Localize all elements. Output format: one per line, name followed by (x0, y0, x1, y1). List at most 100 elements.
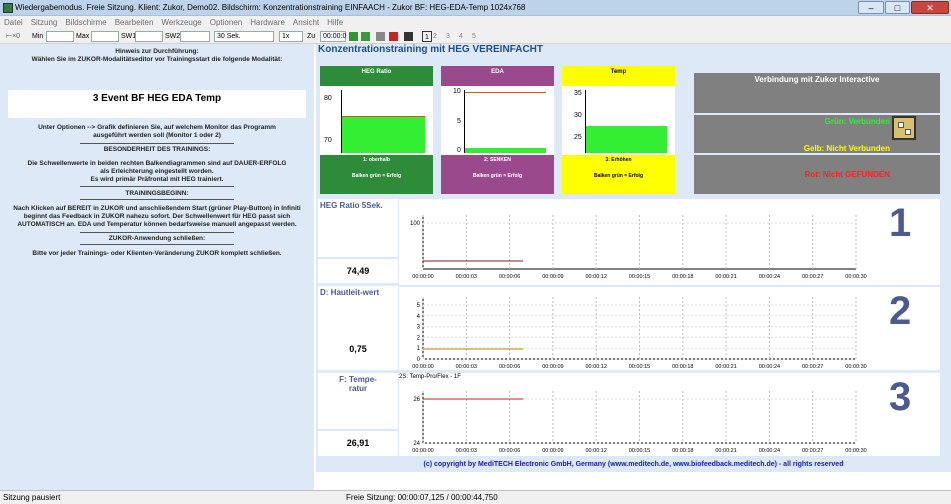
page-3-button[interactable]: 3 (446, 31, 450, 42)
time-tick-label: 00:00:21 (715, 448, 736, 454)
page-2-button[interactable]: 2 (433, 31, 437, 42)
chart-temp: 00:00:00 00:00:03 00:00:06 00:00:09 00:00:12… (399, 373, 940, 456)
play-icon[interactable] (349, 32, 358, 41)
menu-sitzung[interactable]: Sitzung (27, 16, 62, 29)
time-tick-label: 00:00:30 (845, 448, 866, 454)
maximize-button[interactable]: □ (885, 1, 910, 14)
special-text: Die Schwellenwerte in beiden rechten Bal… (27, 160, 287, 175)
window-title: Wiedergabemodus. Freie Sitzung. Klient: … (15, 3, 526, 12)
instructions-panel: Hinweis zur Durchführung: Wählen Sie im … (0, 44, 314, 458)
row-label: HEG Ratio 5Sek. (320, 201, 383, 210)
time-tick-label: 00:00:09 (542, 274, 563, 280)
gauge-note: Balken grün = Erfolg (351, 173, 402, 179)
status-green: Grün: Verbunden (824, 117, 890, 126)
y-tick-label: 0 (417, 357, 421, 363)
gauge-bar (342, 116, 425, 153)
gauge-title: EDA (441, 66, 554, 86)
time-tick-label: 00:00:30 (845, 274, 866, 280)
time-tick-label: 00:00:24 (759, 448, 780, 454)
row-label: D: Hautleit-wert (320, 288, 380, 297)
value-box-temp: 26,91 (318, 431, 398, 456)
close-title: ZUKOR-Anwendung schließen: (108, 235, 206, 242)
menu-datei[interactable]: Datei (0, 16, 27, 29)
time-tick-label: 00:00:24 (759, 364, 780, 370)
row-value: 74,49 (346, 266, 370, 276)
y-tick-label: 3 (417, 325, 421, 331)
time-tick-label: 00:00:12 (585, 274, 606, 280)
row-number: 3 (889, 375, 912, 419)
time-tick-label: 00:00:00 (412, 274, 433, 280)
main-title: Konzentrationstraining mit HEG VEREINFAC… (318, 44, 544, 55)
row-value: 0,75 (349, 344, 367, 354)
time-tick-label: 00:00:03 (456, 364, 477, 370)
page-4-button[interactable]: 4 (459, 31, 463, 42)
sw1-input[interactable] (135, 31, 163, 42)
chart-heg: 00:00:00 00:00:03 00:00:06 00:00:09 00:00:12… (399, 199, 940, 285)
time-tick-label: 00:00:12 (585, 364, 606, 370)
time-tick-label: 00:00:06 (499, 364, 520, 370)
sw1-label: SW1 (121, 33, 137, 40)
tick-label: 25 (574, 134, 582, 141)
left-bottom-area (0, 458, 314, 490)
fast-forward-icon[interactable] (361, 32, 370, 41)
gauge-plot: 35 30 25 (562, 86, 675, 155)
tick-label: 35 (574, 90, 582, 97)
tick-label: 5 (457, 118, 461, 125)
sw2-label: SW2 (165, 33, 181, 40)
sw2-input[interactable] (180, 31, 210, 42)
divider (80, 143, 234, 144)
close-button[interactable]: ✕ (911, 1, 949, 14)
y-tick-label: 24 (413, 441, 420, 447)
zoom-reset-icon[interactable]: ⊢×0 (6, 31, 20, 42)
menu-ansicht[interactable]: Ansicht (289, 16, 323, 29)
menu-hardware[interactable]: Hardware (246, 16, 289, 29)
record-icon[interactable] (389, 32, 398, 41)
toolbar: ⊢×0 Min Max SW1 SW2 30 Sek. 1x Zu 00:00:… (0, 29, 951, 44)
tick-label: 0 (457, 147, 461, 154)
time-tick-label: 00:00:21 (715, 274, 736, 280)
page-5-button[interactable]: 5 (472, 31, 476, 42)
gauge-label: 3: Erhöhen (605, 157, 632, 163)
row-number: 1 (889, 201, 912, 245)
copyright-footer: (c) copyright by MediTECH Electronic Gmb… (316, 458, 951, 472)
connection-status-2: Rot: Nicht GEFUNDEN (694, 155, 940, 194)
menu-hilfe[interactable]: Hilfe (323, 16, 347, 29)
min-label: Min (32, 33, 44, 40)
gauge-footer: 2: SENKEN Balken grün = Erfolg (441, 155, 554, 194)
gauge-temp: Temp 35 30 25 3: Erhöhen Balken grün = E… (562, 66, 675, 194)
time-input[interactable]: 00:00:0 (320, 31, 346, 42)
menu-optionen[interactable]: Optionen (206, 16, 246, 29)
gauge-label: 2: SENKEN (484, 157, 511, 163)
session-time: Freie Sitzung: 00:00:07,125 / 00:00:44,7… (346, 493, 498, 502)
connection-panel: Verbindung mit Zukor Interactive (694, 73, 940, 113)
divider (80, 232, 234, 233)
time-tick-label: 00:00:15 (629, 448, 650, 454)
time-tick-label: 00:00:03 (456, 448, 477, 454)
stop-icon[interactable] (376, 32, 385, 41)
menu-bildschirme[interactable]: Bildschirme (61, 16, 110, 29)
menu-werkzeuge[interactable]: Werkzeuge (157, 16, 205, 29)
menu-bearbeiten[interactable]: Bearbeiten (111, 16, 158, 29)
min-input[interactable] (46, 31, 74, 42)
zu-label: Zu (307, 33, 316, 40)
tick-label: 80 (324, 95, 332, 102)
page-1-button[interactable]: 1 (422, 31, 432, 42)
timescale-select[interactable]: 30 Sek. (214, 31, 274, 42)
minimize-button[interactable]: – (858, 1, 884, 14)
value-box-heg: 74,49 (318, 259, 398, 283)
pause-icon[interactable] (404, 32, 413, 41)
label-box-temp: F: Tempe-ratur (318, 373, 398, 429)
status-red: Rot: Nicht GEFUNDEN (804, 170, 890, 179)
y-tick-label: 26 (413, 397, 420, 403)
time-tick-label: 00:00:24 (759, 274, 780, 280)
special-title: BESONDERHEIT DES TRAININGS: (103, 146, 211, 153)
time-tick-label: 00:00:18 (672, 364, 693, 370)
gauge-footer: 3: Erhöhen Balken grün = Erfolg (562, 155, 675, 194)
speed-select[interactable]: 1x (279, 31, 303, 42)
y-tick-label: 5 (417, 303, 421, 309)
connection-icon[interactable] (892, 116, 916, 140)
y-tick-label: 4 (417, 314, 421, 320)
gauge-title: Temp (562, 66, 675, 86)
time-tick-label: 00:00:00 (412, 448, 433, 454)
max-input[interactable] (91, 31, 119, 42)
